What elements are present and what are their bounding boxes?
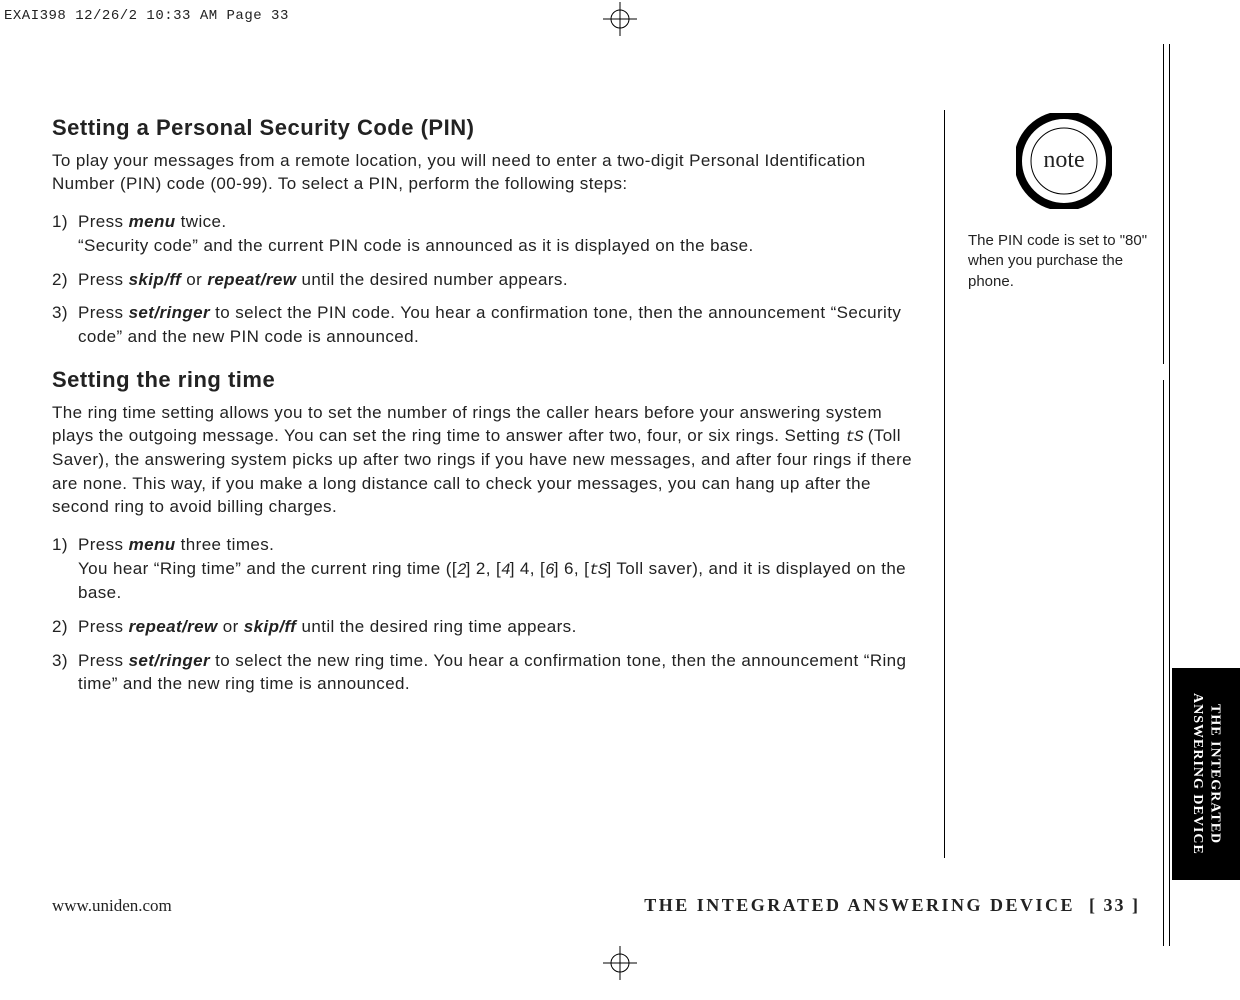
page-number: [ 33 ]: [1089, 895, 1140, 915]
text: “Security code” and the current PIN code…: [78, 236, 754, 255]
text: or: [218, 617, 244, 636]
trim-line-inner-bot: [1163, 380, 1164, 946]
button-label-skipff: skip/ff: [244, 617, 297, 636]
manual-page: EXAI398 12/26/2 10:33 AM Page 33 Setting…: [0, 0, 1240, 1000]
page-footer: www.uniden.com THE INTEGRATED ANSWERING …: [52, 895, 1140, 916]
text: until the desired number appears.: [296, 270, 568, 289]
print-slug: EXAI398 12/26/2 10:33 AM Page 33: [4, 8, 289, 24]
intro-pin: To play your messages from a remote loca…: [52, 149, 922, 196]
main-column: Setting a Personal Security Code (PIN) T…: [52, 115, 922, 714]
text: twice.: [176, 212, 227, 231]
step-number: 3): [52, 301, 78, 349]
button-label-setringer: set/ringer: [129, 651, 210, 670]
heading-pin: Setting a Personal Security Code (PIN): [52, 115, 922, 141]
step-body: Press menu three times. You hear “Ring t…: [78, 533, 922, 605]
segment-display-4: 4: [501, 561, 510, 579]
button-label-setringer: set/ringer: [129, 303, 210, 322]
step-pin-3: 3) Press set/ringer to select the PIN co…: [52, 301, 922, 349]
trim-line-inner-top: [1163, 44, 1164, 364]
column-divider: [944, 110, 945, 858]
steps-pin: 1) Press menu twice. “Security code” and…: [52, 210, 922, 349]
button-label-menu: menu: [129, 535, 176, 554]
step-number: 1): [52, 533, 78, 605]
step-number: 2): [52, 615, 78, 639]
button-label-repeatrew: repeat/rew: [207, 270, 296, 289]
heading-ringtime: Setting the ring time: [52, 367, 922, 393]
note-text: The PIN code is set to "80" when you pur…: [968, 231, 1160, 292]
text: Press: [78, 212, 129, 231]
step-body: Press set/ringer to select the new ring …: [78, 649, 922, 697]
footer-url: www.uniden.com: [52, 896, 172, 916]
step-body: Press skip/ff or repeat/rew until the de…: [78, 268, 922, 292]
button-label-menu: menu: [129, 212, 176, 231]
step-pin-1: 1) Press menu twice. “Security code” and…: [52, 210, 922, 258]
text: ] 2, [: [466, 559, 501, 578]
text: Press: [78, 651, 129, 670]
step-pin-2: 2) Press skip/ff or repeat/rew until the…: [52, 268, 922, 292]
text: ] 4, [: [510, 559, 545, 578]
step-body: Press repeat/rew or skip/ff until the de…: [78, 615, 922, 639]
section-tab: THE INTEGRATED ANSWERING DEVICE: [1172, 668, 1240, 880]
crop-mark-top-icon: [603, 2, 637, 36]
footer-title: THE INTEGRATED ANSWERING DEVICE [ 33 ]: [644, 895, 1140, 916]
intro-ringtime: The ring time setting allows you to set …: [52, 401, 922, 519]
step-number: 3): [52, 649, 78, 697]
note-icon: note: [1016, 113, 1112, 209]
text: or: [181, 270, 207, 289]
step-body: Press menu twice. “Security code” and th…: [78, 210, 922, 258]
text: You hear “Ring time” and the current rin…: [78, 559, 457, 578]
step-ring-3: 3) Press set/ringer to select the new ri…: [52, 649, 922, 697]
trim-line-outer: [1169, 44, 1170, 946]
sidebar-note: note The PIN code is set to "80" when yo…: [968, 113, 1160, 292]
step-number: 2): [52, 268, 78, 292]
segment-display-ts: tS: [845, 428, 862, 446]
step-number: 1): [52, 210, 78, 258]
step-body: Press set/ringer to select the PIN code.…: [78, 301, 922, 349]
text: Press: [78, 270, 129, 289]
steps-ringtime: 1) Press menu three times. You hear “Rin…: [52, 533, 922, 696]
text: Press: [78, 303, 129, 322]
button-label-repeatrew: repeat/rew: [129, 617, 218, 636]
section-tab-label: THE INTEGRATED ANSWERING DEVICE: [1189, 668, 1224, 880]
text: ] 6, [: [554, 559, 589, 578]
text: three times.: [176, 535, 275, 554]
step-ring-1: 1) Press menu three times. You hear “Rin…: [52, 533, 922, 605]
button-label-skipff: skip/ff: [129, 270, 182, 289]
segment-display-6: 6: [545, 561, 554, 579]
segment-display-ts: tS: [589, 561, 606, 579]
segment-display-2: 2: [457, 561, 466, 579]
text: Press: [78, 535, 129, 554]
text: until the desired ring time appears.: [296, 617, 576, 636]
step-ring-2: 2) Press repeat/rew or skip/ff until the…: [52, 615, 922, 639]
text: Press: [78, 617, 129, 636]
text: The ring time setting allows you to set …: [52, 403, 882, 445]
footer-title-text: THE INTEGRATED ANSWERING DEVICE: [644, 895, 1075, 915]
crop-mark-bottom-icon: [603, 946, 637, 980]
note-icon-label: note: [1043, 147, 1084, 174]
